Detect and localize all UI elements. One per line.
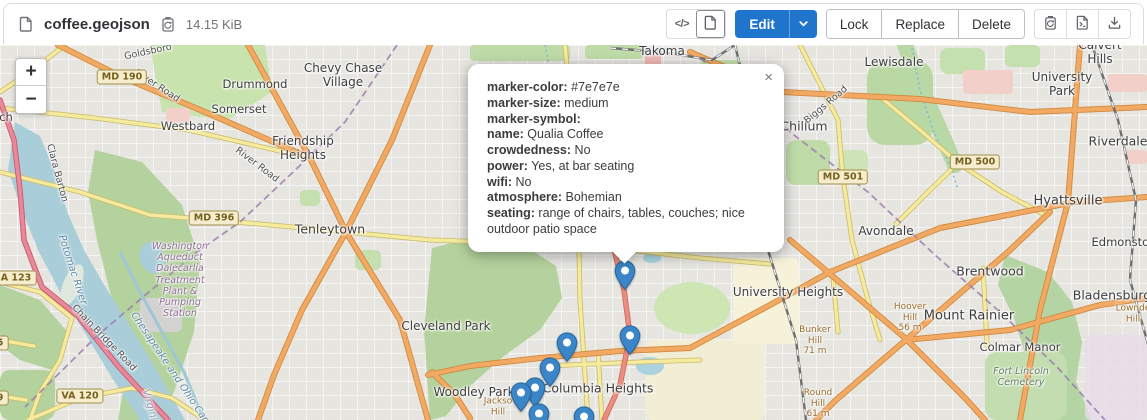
- popup-close-icon[interactable]: ×: [762, 68, 775, 87]
- route-shield: 9: [0, 391, 8, 406]
- raw-file-icon: [1075, 15, 1090, 33]
- route-shield: VA 120: [56, 389, 103, 404]
- zoom-control: + −: [15, 58, 47, 114]
- route-shield: MD 396: [189, 211, 239, 226]
- code-icon: </>: [675, 18, 689, 30]
- delete-button[interactable]: Delete: [958, 10, 1024, 38]
- zoom-in-button[interactable]: +: [16, 59, 46, 86]
- view-toggle-group: </>: [666, 9, 726, 39]
- popup-property: marker-size: medium: [487, 96, 764, 112]
- feature-popup: × marker-color: #7e7e7emarker-size: medi…: [468, 64, 784, 252]
- popup-property: marker-symbol:: [487, 112, 764, 128]
- map-marker-selected[interactable]: [614, 260, 636, 290]
- document-icon: [703, 15, 718, 33]
- route-shield: MD 500: [950, 155, 1000, 170]
- edit-split-button: Edit: [735, 10, 817, 38]
- popup-property: seating: range of chairs, tables, couche…: [487, 206, 764, 238]
- chevron-down-icon: [798, 17, 809, 32]
- replace-button[interactable]: Replace: [881, 10, 958, 38]
- copy-contents-button[interactable]: [1035, 10, 1066, 38]
- map-marker[interactable]: [528, 403, 550, 420]
- file-info: coffee.geojson 14.15 KiB: [18, 16, 242, 33]
- map-marker[interactable]: [619, 325, 641, 355]
- popup-property: power: Yes, at bar seating: [487, 159, 764, 175]
- file-name: coffee.geojson: [44, 16, 150, 33]
- route-shield: A 123: [0, 271, 36, 286]
- download-button[interactable]: [1098, 10, 1130, 38]
- file-tools-group: [1034, 9, 1131, 39]
- popup-property: marker-color: #7e7e7e: [487, 80, 764, 96]
- popup-property: wifi: No: [487, 175, 764, 191]
- manage-button-group: Lock Replace Delete: [826, 9, 1025, 39]
- open-raw-button[interactable]: [1066, 10, 1098, 38]
- route-shield: 5: [0, 336, 8, 351]
- file-icon: [18, 16, 34, 32]
- download-icon: [1107, 15, 1122, 33]
- file-header: coffee.geojson 14.15 KiB </> Edit Lock: [3, 3, 1144, 44]
- rendered-view-button[interactable]: [696, 10, 725, 38]
- lock-button[interactable]: Lock: [827, 10, 882, 38]
- route-shield: MD 501: [818, 170, 868, 185]
- clipboard-icon: [1043, 15, 1058, 33]
- edit-button[interactable]: Edit: [735, 10, 789, 38]
- map-marker[interactable]: [573, 406, 595, 420]
- popup-property: crowdedness: No: [487, 143, 764, 159]
- zoom-out-button[interactable]: −: [16, 86, 46, 113]
- snippet-file-viewer: coffee.geojson 14.15 KiB </> Edit Lock: [0, 0, 1147, 420]
- file-size: 14.15 KiB: [186, 17, 242, 32]
- geojson-map[interactable]: Chevy Chase VillageDrummondSomersetWestb…: [0, 45, 1147, 420]
- copy-path-icon[interactable]: [160, 16, 176, 32]
- popup-property: atmosphere: Bohemian: [487, 190, 764, 206]
- file-actions: </> Edit Lock Replace Delete: [666, 9, 1131, 39]
- popup-properties: marker-color: #7e7e7emarker-size: medium…: [487, 80, 764, 238]
- edit-dropdown-button[interactable]: [789, 10, 817, 38]
- route-shield: MD 190: [97, 70, 147, 85]
- popup-property: name: Qualia Coffee: [487, 127, 764, 143]
- code-view-button[interactable]: </>: [667, 10, 696, 38]
